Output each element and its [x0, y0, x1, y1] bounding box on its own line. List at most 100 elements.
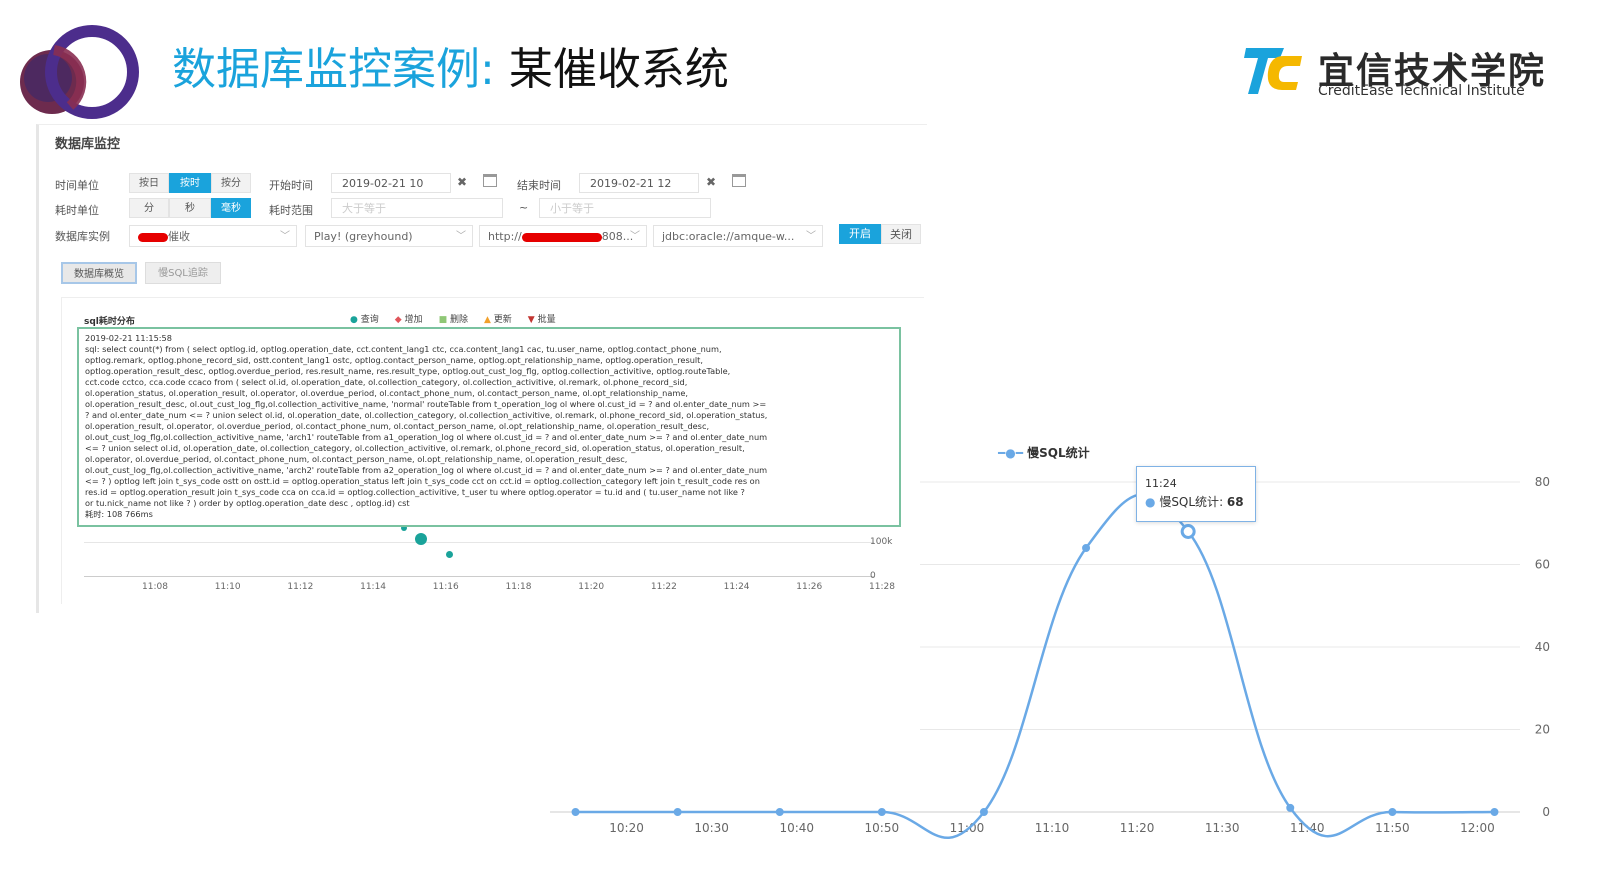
data-point[interactable]: [877, 808, 886, 816]
x-tick-label: 11:10: [1035, 821, 1070, 835]
y-tick-label: 60: [1535, 558, 1550, 572]
instance-select-1[interactable]: 催收 ﹀: [129, 225, 297, 247]
inner-chart-legend: ● 查询 ◆ 增加 ■ 删除 ▲ 更新 ▼ 批量: [350, 312, 556, 325]
triangle-icon: ▲: [483, 315, 491, 325]
logo-rings-icon: [20, 25, 139, 119]
legend-item-update[interactable]: ▲ 更新: [484, 312, 512, 325]
legend-item-query[interactable]: ● 查询: [350, 312, 379, 325]
y-tick-label: 20: [1535, 723, 1550, 737]
chevron-down-icon: ﹀: [806, 231, 816, 242]
open-button[interactable]: 开启: [839, 224, 881, 244]
slow-sql-tooltip: 11:24 ● 慢SQL统计: 68: [1136, 466, 1256, 522]
inner-x-tick: 11:14: [360, 582, 387, 592]
time-unit-hour[interactable]: 按时: [169, 173, 211, 193]
legend-item-batch[interactable]: ▼ 批量: [528, 312, 556, 325]
tooltip-line: <= ? union select ol.id, ol.operation_da…: [85, 443, 745, 453]
slow-sql-chart: 0 20 40 60 80 10:20 10:30 10:40 10:50 11:00 11:10 1…: [550, 475, 1550, 839]
data-point[interactable]: [673, 808, 682, 816]
y-tick-label: 40: [1535, 640, 1550, 654]
inner-x-tick: 11:12: [287, 582, 314, 592]
inner-x-tick: 11:18: [505, 582, 532, 592]
time-unit-day[interactable]: 按日: [129, 173, 169, 193]
slide-title: 数据库监控案例: 某催收系统: [172, 40, 729, 100]
panel-title: 数据库监控: [55, 137, 121, 152]
data-point[interactable]: [1490, 808, 1499, 816]
inner-x-tick: 11:08: [142, 582, 168, 592]
data-point[interactable]: [1388, 808, 1397, 816]
tooltip-line: optlog.remark, optlog.phone_record_sid, …: [85, 355, 703, 365]
x-tick-label: 11:50: [1375, 821, 1410, 835]
legend-series-name: 慢SQL统计: [1027, 446, 1090, 460]
instance-select-4[interactable]: jdbc:oracle://amque-w... ﹀: [653, 225, 823, 247]
legend-item-insert[interactable]: ◆ 增加: [395, 312, 423, 325]
cost-unit-ms[interactable]: 毫秒: [211, 198, 251, 218]
x-tick-label: 10:40: [779, 821, 814, 835]
end-time-label: 结束时间: [517, 179, 561, 192]
tooltip-line: optlog.operation_result_desc, optlog.ove…: [85, 366, 731, 376]
brand-logo-icon: [1244, 48, 1302, 94]
scatter-point[interactable]: [446, 551, 453, 558]
cost-unit-min[interactable]: 分: [129, 198, 169, 218]
close-button[interactable]: 关闭: [881, 224, 921, 244]
instance-select-2[interactable]: Play! (greyhound) ﹀: [305, 225, 473, 247]
tab-slow-sql[interactable]: 慢SQL追踪: [145, 262, 221, 284]
cost-unit-segment: 分 秒 毫秒: [129, 198, 251, 218]
scatter-point[interactable]: [415, 533, 427, 545]
start-time-input[interactable]: 2019-02-21 10: [331, 173, 451, 193]
data-point[interactable]: [979, 808, 988, 816]
data-point[interactable]: [1082, 544, 1091, 552]
time-unit-label: 时间单位: [55, 179, 99, 192]
x-tick-label: 12:00: [1460, 821, 1495, 835]
x-tick-label: 10:30: [694, 821, 729, 835]
circle-icon: ●: [1145, 495, 1156, 509]
data-point[interactable]: [775, 808, 784, 816]
time-unit-minute[interactable]: 按分: [211, 173, 251, 193]
y-tick-label: 0: [1542, 805, 1550, 819]
start-time-clear-icon[interactable]: ✖: [457, 175, 467, 189]
diamond-icon: ◆: [394, 315, 402, 325]
end-time-input[interactable]: 2019-02-21 12: [579, 173, 699, 193]
tooltip-line: ol.operator, ol.overdue_period, ol.conta…: [85, 454, 628, 464]
inner-x-tick: 11:16: [432, 582, 459, 592]
end-time-clear-icon[interactable]: ✖: [706, 175, 716, 189]
brand-name-en: CreditEase Technical Institute: [1318, 83, 1525, 99]
data-point[interactable]: [1286, 803, 1295, 812]
circle-icon: ●: [350, 315, 358, 325]
start-time-calendar-icon[interactable]: [483, 174, 497, 187]
end-time-calendar-icon[interactable]: [732, 174, 746, 187]
triangle-down-icon: ▼: [527, 315, 535, 325]
time-unit-segment: 按日 按时 按分: [129, 173, 251, 193]
x-tick-label: 11:30: [1205, 821, 1240, 835]
data-point[interactable]: [571, 808, 580, 816]
inner-x-tick: 11:10: [214, 582, 241, 592]
cost-range-sep: ~: [519, 201, 529, 214]
chevron-down-icon: ﹀: [630, 231, 640, 242]
inner-chart-title: sql耗时分布: [84, 317, 135, 327]
tooltip-line: 2019-02-21 11:15:58: [85, 333, 172, 343]
tab-db-overview[interactable]: 数据库概览: [61, 262, 137, 284]
slide-title-part1: 数据库监控案例:: [172, 44, 495, 95]
x-tick-label: 10:50: [865, 821, 900, 835]
start-time-label: 开始时间: [269, 179, 313, 192]
data-point[interactable]: [1180, 524, 1196, 539]
square-icon: ■: [438, 315, 448, 325]
chevron-down-icon: ﹀: [280, 231, 290, 242]
cost-unit-label: 耗时单位: [55, 204, 99, 217]
x-tick-label: 10:20: [609, 821, 644, 835]
slow-sql-legend[interactable]: ━●━ 慢SQL统计: [998, 444, 1090, 461]
tooltip-line: cct.code cctco, cca.code ccaco from ( se…: [85, 377, 688, 387]
tooltip-line: ? and ol.enter_date_num <= ? union selec…: [85, 410, 768, 420]
instance-select-3[interactable]: http://808... ﹀: [479, 225, 647, 247]
slide-title-part2: 某催收系统: [508, 44, 729, 95]
legend-item-delete[interactable]: ■ 删除: [439, 312, 468, 325]
instance-label: 数据库实例: [55, 230, 110, 243]
tooltip-line: ol.operation_result, ol.operator, ol.ove…: [85, 421, 710, 431]
tooltip-line: ol.operation_status, ol.operation_result…: [85, 388, 688, 398]
cost-max-input[interactable]: 小于等于: [539, 198, 711, 218]
redaction-mark: [521, 232, 602, 242]
cost-min-input[interactable]: 大于等于: [331, 198, 503, 218]
tooltip-line: ol.operation_result_desc, ol.out_cust_lo…: [85, 399, 767, 409]
cost-range-label: 耗时范围: [269, 204, 313, 217]
cost-unit-sec[interactable]: 秒: [169, 198, 211, 218]
x-tick-label: 11:20: [1120, 821, 1155, 835]
